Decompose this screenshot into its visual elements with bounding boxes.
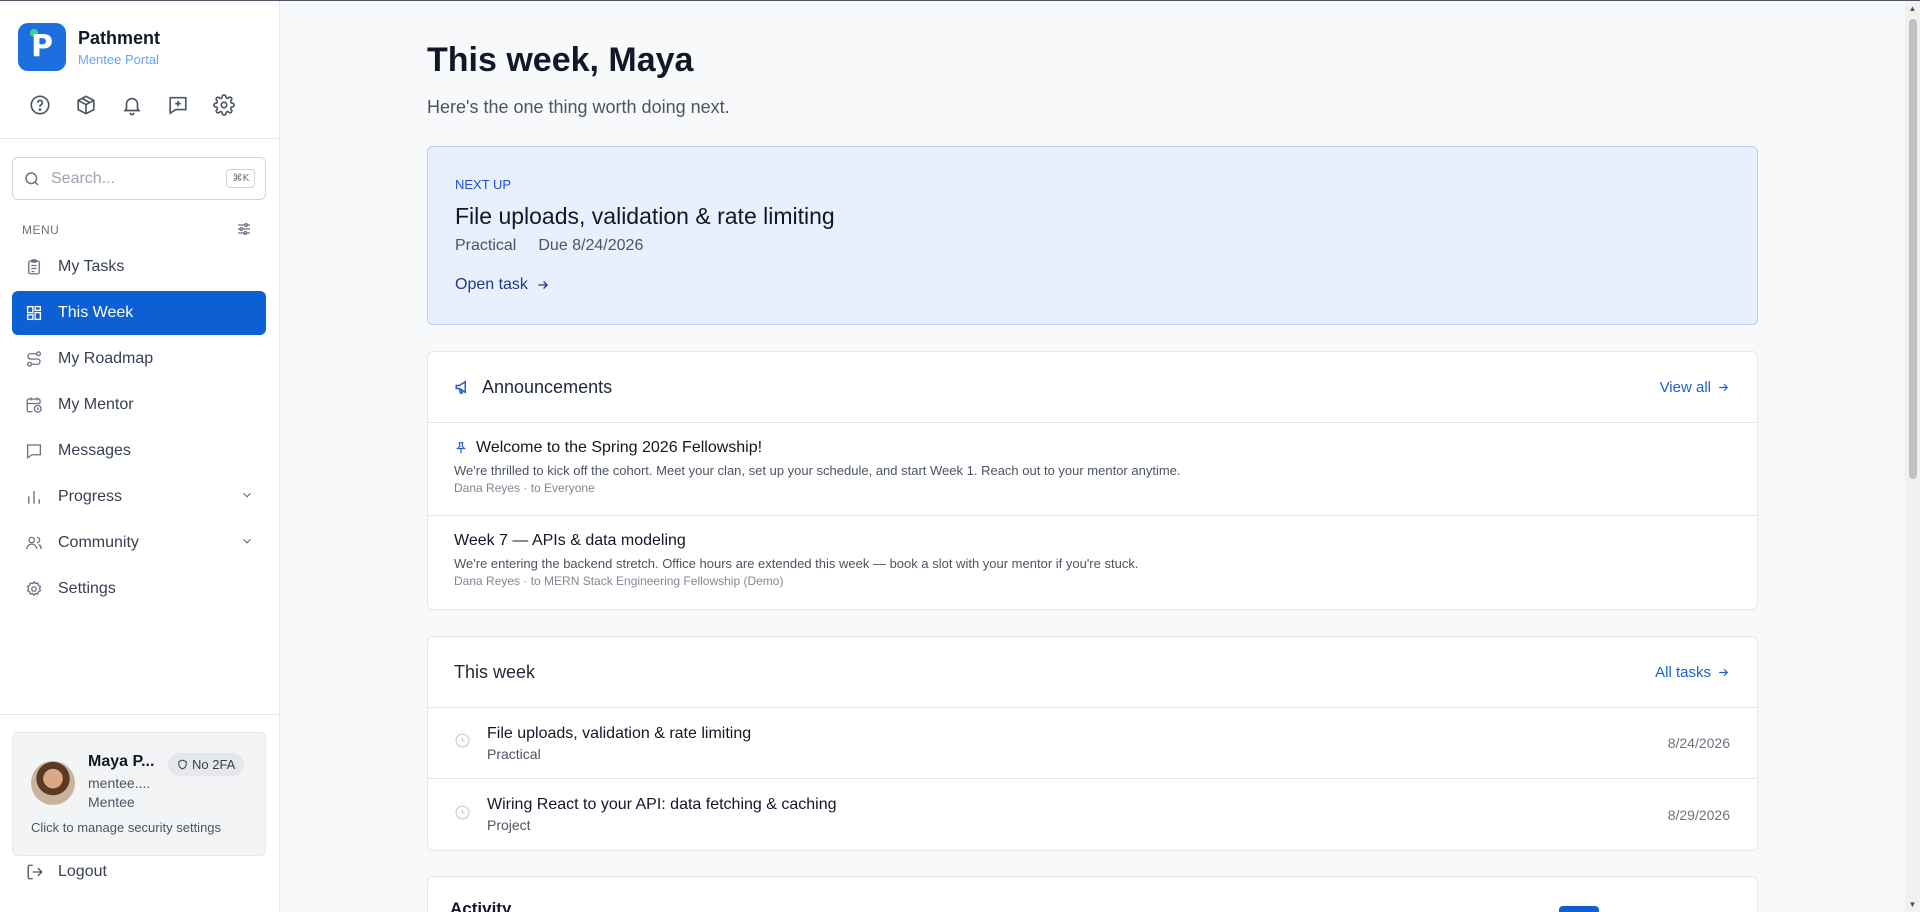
- scrollbar-thumb[interactable]: [1909, 19, 1917, 479]
- logout-button[interactable]: Logout: [26, 863, 107, 881]
- announcement-meta: Dana Reyes · to MERN Stack Engineering F…: [454, 574, 784, 588]
- task-kind: Practical: [487, 745, 541, 762]
- arrow-right-icon: [1719, 383, 1729, 391]
- task-date: 8/24/2026: [1667, 735, 1730, 751]
- next-up-due: Due 8/24/2026: [538, 237, 644, 254]
- next-up-type: Practical: [455, 237, 517, 254]
- page-subtitle: Here's the one thing worth doing next.: [427, 97, 730, 117]
- sidebar-item-messages[interactable]: Messages: [12, 429, 266, 473]
- arrow-right-icon: [1719, 668, 1729, 676]
- sidebar: P Pathment Mentee Portal Search... ⌘K ME…: [0, 1, 280, 912]
- bell-icon[interactable]: [120, 93, 144, 117]
- page-title: This week, Maya: [427, 41, 694, 79]
- chevron-down-icon[interactable]: [240, 534, 254, 553]
- sidebar-nav: My Tasks This Week My Roadmap My Mentor …: [12, 245, 266, 613]
- announcement-item[interactable]: Welcome to the Spring 2026 Fellowship! W…: [428, 423, 1757, 516]
- logout-icon: [27, 864, 43, 880]
- scroll-down-icon[interactable]: ▼: [1908, 900, 1917, 909]
- brand-subtitle: Mentee Portal: [78, 51, 159, 67]
- task-row[interactable]: File uploads, validation & rate limiting…: [428, 708, 1757, 779]
- menu-label: MENU: [22, 223, 60, 237]
- megaphone-icon: [455, 380, 466, 394]
- sidebar-item-my-roadmap[interactable]: My Roadmap: [12, 337, 266, 381]
- search-shortcut: ⌘K: [226, 169, 255, 188]
- task-row[interactable]: Wiring React to your API: data fetching …: [428, 779, 1757, 850]
- clipboard-icon: [24, 257, 44, 277]
- sidebar-item-my-mentor[interactable]: My Mentor: [12, 383, 266, 427]
- task-date: 8/29/2026: [1667, 806, 1730, 823]
- sidebar-item-community[interactable]: Community: [12, 521, 266, 565]
- gear-icon[interactable]: [212, 93, 236, 117]
- announcement-body: We're thrilled to kick off the cohort. M…: [454, 463, 1181, 478]
- scroll-up-icon[interactable]: ▲: [1908, 4, 1917, 13]
- status-badge: No 2FA: [168, 753, 245, 776]
- sidebar-item-progress[interactable]: Progress: [12, 475, 266, 519]
- sidebar-item-this-week[interactable]: This Week: [12, 291, 266, 335]
- users-icon: [24, 533, 44, 553]
- shield-icon: [178, 759, 187, 770]
- search-icon: [25, 171, 39, 186]
- message-plus-icon[interactable]: [166, 93, 190, 117]
- clock-icon: [454, 804, 471, 826]
- sidebar-item-my-tasks[interactable]: My Tasks: [12, 245, 266, 289]
- package-icon[interactable]: [74, 93, 98, 117]
- arrow-right-icon: [538, 281, 548, 289]
- open-task-link[interactable]: Open task: [455, 276, 550, 294]
- sliders-icon[interactable]: [236, 221, 252, 242]
- search-box[interactable]: Search... ⌘K: [12, 157, 266, 200]
- user-email: mentee....: [88, 775, 151, 791]
- announcement-meta: Dana Reyes · to Everyone: [454, 481, 595, 495]
- activity-card: Activity: [427, 876, 1758, 912]
- next-up-card: NEXT UP File uploads, validation & rate …: [427, 146, 1758, 325]
- next-up-meta: Practical Due 8/24/2026: [455, 237, 643, 255]
- task-kind: Project: [487, 817, 531, 833]
- user-role: Mentee: [88, 794, 135, 810]
- announcements-title: Announcements: [482, 376, 613, 397]
- sidebar-item-settings[interactable]: Settings: [12, 567, 266, 611]
- sidebar-divider: [0, 138, 280, 139]
- route-icon: [24, 349, 44, 369]
- security-hint: Click to manage security settings: [31, 820, 222, 835]
- scrollbar[interactable]: ▲ ▼: [1905, 1, 1920, 912]
- this-week-title: This week: [454, 661, 536, 682]
- brand-name: Pathment: [78, 27, 161, 48]
- gear-icon: [24, 579, 44, 599]
- activity-title: Activity: [450, 899, 512, 912]
- task-title: Wiring React to your API: data fetching …: [487, 796, 837, 813]
- chevron-down-icon[interactable]: [240, 488, 254, 507]
- brand[interactable]: P Pathment Mentee Portal: [18, 23, 160, 71]
- user-name: Maya P...: [88, 753, 155, 770]
- user-card[interactable]: Maya P... No 2FA mentee.... Mentee Click…: [12, 732, 266, 856]
- bar-chart-icon: [24, 487, 44, 507]
- announcement-title: Welcome to the Spring 2026 Fellowship!: [476, 439, 763, 456]
- activity-toggle-button[interactable]: [1559, 906, 1599, 912]
- avatar: [31, 761, 75, 805]
- view-all-link[interactable]: View all: [1660, 379, 1730, 396]
- clock-icon: [454, 732, 471, 754]
- help-circle-icon[interactable]: [28, 93, 52, 117]
- grid-icon: [24, 303, 44, 323]
- all-tasks-link[interactable]: All tasks: [1655, 664, 1730, 681]
- next-up-title: File uploads, validation & rate limiting: [455, 203, 835, 229]
- calendar-clock-icon: [24, 395, 44, 415]
- logo: P: [18, 23, 66, 71]
- announcement-item[interactable]: Week 7 — APIs & data modeling We're ente…: [428, 516, 1757, 609]
- header-icon-row: [28, 93, 236, 117]
- search-input[interactable]: Search...: [51, 170, 226, 188]
- task-title: File uploads, validation & rate limiting: [487, 724, 752, 742]
- this-week-card: This week All tasks File uploads, valida…: [427, 636, 1758, 851]
- announcement-body: We're entering the backend stretch. Offi…: [454, 556, 1139, 571]
- next-up-label: NEXT UP: [455, 177, 512, 192]
- sidebar-divider: [0, 714, 280, 715]
- announcements-card: Announcements View all Welcome to the Sp…: [427, 351, 1758, 610]
- pin-icon: [456, 442, 466, 454]
- announcement-title: Week 7 — APIs & data modeling: [454, 532, 686, 549]
- message-square-icon: [24, 441, 44, 461]
